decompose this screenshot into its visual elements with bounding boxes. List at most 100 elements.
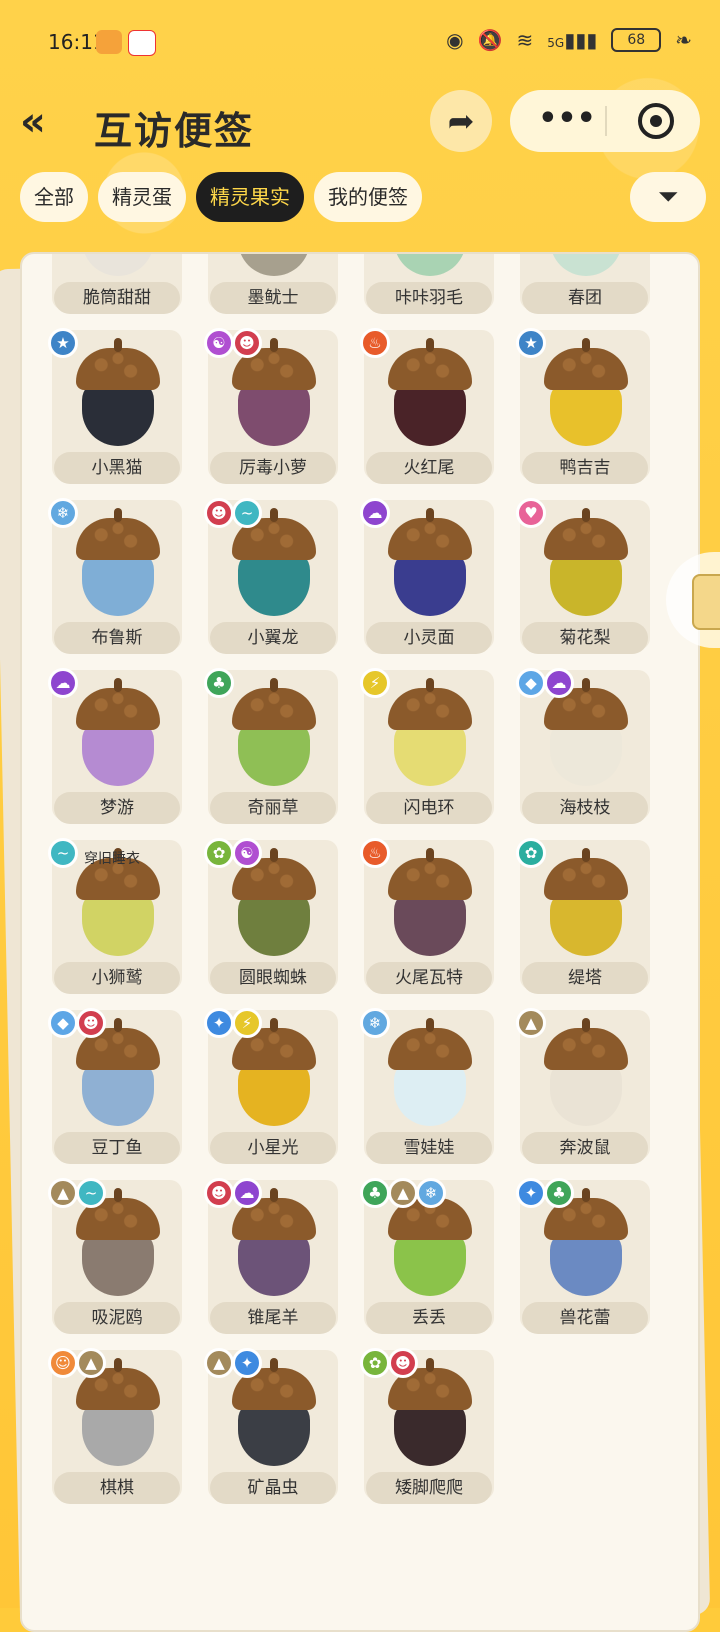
fruit-name: 吸泥鸥 (54, 1302, 180, 1334)
fruit-name: 奔波鼠 (522, 1132, 648, 1164)
fruit-item[interactable]: ♥ 菊花梨 (516, 498, 650, 660)
acorn-body (82, 254, 154, 276)
element-type-icon: ♣ (360, 1178, 390, 1208)
fruit-item[interactable]: 咔咔羽毛 (364, 254, 494, 320)
fruit-item[interactable]: ⚡ 闪电环 (360, 668, 494, 830)
signal-icon: 5G▮▮▮ (547, 28, 598, 52)
fruit-item[interactable]: ♣ ▲ ❄ 丢丢 (360, 1178, 494, 1340)
element-type-icon: ☺ (48, 1348, 78, 1378)
fruit-item[interactable]: ☺ ▲ 棋棋 (48, 1348, 182, 1510)
element-type-icon: ☻ (232, 328, 262, 358)
fruit-item[interactable]: ♣ 奇丽草 (204, 668, 338, 830)
fruit-name: 矿晶虫 (210, 1472, 336, 1504)
element-type-icon: ~ (48, 838, 78, 868)
mini-program-capsule: ••• (510, 90, 700, 152)
category-tabs: 全部 精灵蛋 精灵果实 我的便签 (20, 172, 422, 224)
acorn-fruit-icon (76, 678, 160, 786)
fruit-name: 咔咔羽毛 (366, 282, 492, 314)
filter-icon[interactable]: ⏷ (630, 172, 706, 222)
record-target-icon[interactable] (638, 103, 674, 139)
fruit-name: 丢丢 (366, 1302, 492, 1334)
fruit-name: 火红尾 (366, 452, 492, 484)
network-type: 5G (547, 36, 565, 50)
fruit-item[interactable]: ✦ ♣ 兽花蕾 (516, 1178, 650, 1340)
chevron-double-left-icon[interactable]: « (20, 100, 68, 148)
acorn-fruit-icon (388, 1188, 472, 1296)
element-type-icon: ☁ (544, 668, 574, 698)
fruit-item[interactable]: ▲ 奔波鼠 (516, 1008, 650, 1170)
fruit-item[interactable]: ✿ ☯ 圆眼蜘蛛 (204, 838, 338, 1000)
fruit-name: 小翼龙 (210, 622, 336, 654)
acorn-body (394, 254, 466, 276)
element-type-icon: ❄ (48, 498, 78, 528)
acorn-fruit-icon (232, 848, 316, 956)
fruit-item[interactable]: ◆ ☁ 海枝枝 (516, 668, 650, 830)
acorn-cap (544, 1028, 628, 1070)
acorn-stem (582, 338, 590, 352)
acorn-fruit-icon (232, 254, 316, 276)
acorn-fruit-icon (76, 1358, 160, 1466)
element-type-icon: ♨ (360, 838, 390, 868)
fruit-item[interactable]: ♨ 火红尾 (360, 328, 494, 490)
fruit-item[interactable]: ❄ 布鲁斯 (48, 498, 182, 660)
element-type-icon: ▲ (516, 1008, 546, 1038)
element-type-icon: ☯ (232, 838, 262, 868)
fruit-item[interactable]: ✦ ⚡ 小星光 (204, 1008, 338, 1170)
app-notification-icon (96, 30, 122, 54)
tab-eggs[interactable]: 精灵蛋 (98, 172, 186, 222)
acorn-fruit-icon (232, 1358, 316, 1466)
element-type-icon: ⚡ (360, 668, 390, 698)
fruit-item[interactable]: ☻ ~ 小翼龙 (204, 498, 338, 660)
element-type-icon: ✿ (204, 838, 234, 868)
acorn-stem (270, 678, 278, 692)
fruit-item[interactable]: ◆ ☻ 豆丁鱼 (48, 1008, 182, 1170)
element-type-icon: ✦ (516, 1178, 546, 1208)
acorn-fruit-icon (76, 338, 160, 446)
fruit-item[interactable]: ★ 小黑猫 (48, 328, 182, 490)
fruit-item[interactable]: ☯ ☻ 厉毒小萝 (204, 328, 338, 490)
element-type-icon: ☁ (360, 498, 390, 528)
fruit-name: 锥尾羊 (210, 1302, 336, 1334)
element-type-icon: ★ (516, 328, 546, 358)
acorn-fruit-icon (388, 1018, 472, 1126)
acorn-cap (76, 688, 160, 730)
element-type-icon: ⚡ (232, 1008, 262, 1038)
fruit-item[interactable]: 墨鱿士 (208, 254, 338, 320)
fruit-name: 小狮鹫 (54, 962, 180, 994)
status-bar: 16:11 ◉ 🔕 ≋ 5G▮▮▮ 68 ❧ (0, 0, 720, 84)
acorn-stem (114, 678, 122, 692)
acorn-cap (388, 1028, 472, 1070)
acorn-fruit-icon (232, 1188, 316, 1296)
status-icons: ◉ 🔕 ≋ 5G▮▮▮ 68 ❧ (446, 28, 692, 52)
fruit-item[interactable]: ✿ ☻ 矮脚爬爬 (360, 1348, 494, 1510)
element-type-icon: ♣ (544, 1178, 574, 1208)
fruit-item[interactable]: ★ 鸭吉吉 (516, 328, 650, 490)
acorn-cap (388, 518, 472, 560)
fruit-item[interactable]: ☻ ☁ 锥尾羊 (204, 1178, 338, 1340)
acorn-stem (114, 508, 122, 522)
fruit-item[interactable]: ☁ 梦游 (48, 668, 182, 830)
tab-my-notes[interactable]: 我的便签 (314, 172, 422, 222)
acorn-fruit-icon (76, 1018, 160, 1126)
fruit-item[interactable]: ▲ ✦ 矿晶虫 (204, 1348, 338, 1510)
tab-fruits[interactable]: 精灵果实 (196, 172, 304, 222)
acorn-cap (388, 688, 472, 730)
acorn-fruit-icon (544, 338, 628, 446)
acorn-fruit-icon (232, 338, 316, 446)
share-icon[interactable]: ➦ (430, 90, 492, 152)
acorn-stem (114, 1358, 122, 1372)
acorn-body (238, 254, 310, 276)
fruit-item[interactable]: ♨ 火尾瓦特 (360, 838, 494, 1000)
fruit-card: 脆筒甜甜 墨鱿士 咔咔羽毛 春团 ★ 小黑猫 ☯ ☻ 厉毒小萝 ♨ 火红尾 ★ 鸭吉吉 ❄ 布鲁斯 ☻ ~ 小翼龙… (20, 252, 700, 1632)
tab-all[interactable]: 全部 (20, 172, 88, 222)
fruit-item[interactable]: ▲ ~ 吸泥鸥 (48, 1178, 182, 1340)
fruit-item[interactable]: 春团 (520, 254, 650, 320)
more-dots-icon[interactable]: ••• (532, 90, 602, 152)
fruit-item[interactable]: 脆筒甜甜 (52, 254, 182, 320)
fruit-item[interactable]: ❄ 雪娃娃 (360, 1008, 494, 1170)
fruit-item[interactable]: ☁ 小灵面 (360, 498, 494, 660)
element-type-icon: ♥ (516, 498, 546, 528)
acorn-cap (388, 348, 472, 390)
element-type-icon: ▲ (48, 1178, 78, 1208)
fruit-item[interactable]: ✿ 缇塔 (516, 838, 650, 1000)
